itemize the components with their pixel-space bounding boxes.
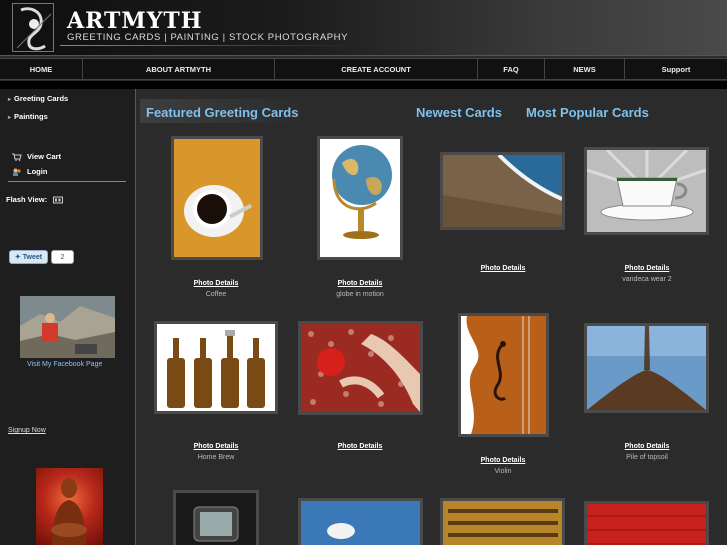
card-image-teacup[interactable] (584, 147, 709, 235)
facebook-link[interactable]: Visit My Facebook Page (27, 361, 102, 368)
site-title[interactable]: ARTMYTH (67, 8, 203, 34)
tweet-label: Tweet (22, 253, 43, 261)
buddha-image[interactable] (36, 468, 103, 545)
site-tagline: GREETING CARDS | PAINTING | STOCK PHOTOG… (67, 32, 349, 43)
page: ARTMYTH GREETING CARDS | PAINTING | STOC… (0, 0, 727, 545)
login-link[interactable]: Login (12, 167, 48, 177)
tagline-divider (60, 45, 360, 46)
main-content: Featured Greeting Cards Newest Cards Mos… (137, 89, 727, 545)
card-image-violin[interactable] (458, 313, 549, 437)
photo-details-link[interactable]: Photo Details (443, 457, 563, 464)
card-image-topsoil[interactable] (584, 323, 709, 413)
tab-featured[interactable]: Featured Greeting Cards (146, 105, 298, 120)
flash-view[interactable]: Flash View: (6, 195, 68, 204)
card-image-beach[interactable] (440, 152, 565, 230)
tab-most-popular[interactable]: Most Popular Cards (526, 105, 649, 120)
card-image-sky[interactable] (298, 498, 423, 545)
arrow-icon: ▸ (8, 97, 12, 103)
photo-details-link[interactable]: Photo Details (300, 280, 420, 287)
logo-icon[interactable] (12, 3, 54, 52)
tweet-count: 2 (51, 250, 74, 264)
nav-home[interactable]: HOME (0, 59, 83, 79)
sidebar-divider (8, 181, 126, 182)
card-caption: vandeca wear 2 (622, 276, 672, 283)
card-image-coffee[interactable] (171, 136, 263, 260)
signup-link[interactable]: Signup Now (8, 427, 46, 434)
card-caption: Violin (494, 468, 512, 475)
view-cart-label: View Cart (27, 152, 62, 161)
card-image-sewing[interactable] (298, 321, 423, 415)
card-image-bottles[interactable] (154, 321, 278, 414)
photo-details-link[interactable]: Photo Details (156, 280, 276, 287)
main-nav: HOME ABOUT ARTMYTH CREATE ACCOUNT FAQ NE… (0, 58, 727, 80)
photo-details-link[interactable]: Photo Details (300, 443, 420, 450)
nav-create-account[interactable]: CREATE ACCOUNT (275, 59, 478, 79)
bird-icon: ✦ (14, 254, 21, 261)
card-caption: Pile of topsoil (626, 454, 668, 461)
card-image-red-wall[interactable] (584, 501, 709, 545)
card-image-tv[interactable] (173, 490, 259, 545)
site-header: ARTMYTH GREETING CARDS | PAINTING | STOC… (0, 0, 727, 56)
nav-support[interactable]: Support (625, 59, 727, 79)
sidebar-item-greeting-cards[interactable]: ▸ Greeting Cards (8, 94, 68, 103)
view-cart-link[interactable]: View Cart (12, 152, 62, 162)
card-image-globe[interactable] (317, 136, 403, 260)
nav-news[interactable]: NEWS (545, 59, 625, 79)
facebook-photo[interactable] (20, 296, 115, 358)
card-caption: globe in motion (336, 291, 384, 298)
tab-newest[interactable]: Newest Cards (416, 105, 502, 120)
photo-details-link[interactable]: Photo Details (587, 265, 707, 272)
sidebar-item-paintings[interactable]: ▸ Paintings (8, 112, 48, 121)
sidebar: ▸ Greeting Cards ▸ Paintings View Cart Log… (0, 89, 136, 545)
card-caption: Home Brew (197, 454, 235, 461)
photo-details-link[interactable]: Photo Details (587, 443, 707, 450)
flash-view-label: Flash View: (6, 195, 48, 204)
arrow-icon: ▸ (8, 115, 12, 121)
user-icon (12, 168, 22, 177)
tweet-button[interactable]: ✦ Tweet (9, 250, 48, 264)
sidebar-item-label: Paintings (14, 112, 48, 121)
card-caption: Coffee (205, 291, 227, 298)
film-icon[interactable] (53, 196, 64, 204)
card-image-keys[interactable] (440, 498, 565, 545)
nav-about[interactable]: ABOUT ARTMYTH (83, 59, 275, 79)
sidebar-item-label: Greeting Cards (14, 94, 69, 103)
nav-bottom-strip (0, 81, 727, 89)
cart-icon (12, 153, 22, 162)
login-label: Login (27, 167, 48, 176)
photo-details-link[interactable]: Photo Details (443, 265, 563, 272)
nav-faq[interactable]: FAQ (478, 59, 545, 79)
photo-details-link[interactable]: Photo Details (156, 443, 276, 450)
